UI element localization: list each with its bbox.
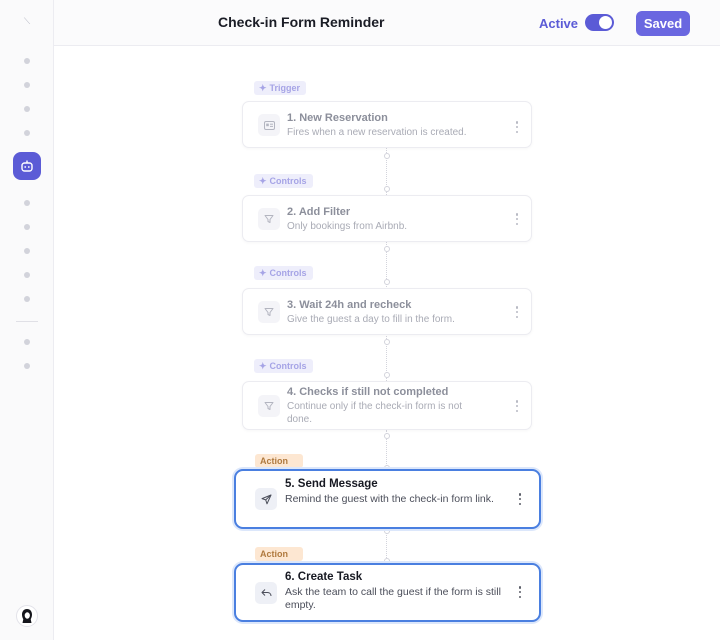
tag-label: Trigger: [269, 83, 301, 93]
sidebar-item[interactable]: [24, 58, 30, 64]
header: Check-in Form Reminder Active Saved: [54, 0, 720, 46]
connector-node: [384, 279, 390, 285]
page-title: Check-in Form Reminder: [218, 14, 385, 30]
sidebar-divider: [16, 321, 38, 322]
step-card-5[interactable]: 5. Send Message Remind the guest with th…: [234, 469, 541, 529]
avatar[interactable]: [16, 605, 38, 627]
step-tag-trigger: ✦ Trigger: [254, 81, 307, 95]
connector-node: [384, 246, 390, 252]
step-menu-button[interactable]: [515, 121, 519, 133]
step-description: Ask the team to call the guest if the fo…: [285, 586, 501, 611]
id-card-icon: [258, 114, 280, 136]
step-card-2[interactable]: 2. Add Filter Only bookings from Airbnb.: [242, 195, 532, 242]
step-tag-controls: ✦ Controls: [254, 266, 313, 280]
connector-node: [384, 433, 390, 439]
toggle-knob: [599, 16, 612, 29]
step-card-4[interactable]: 4. Checks if still not completed Continu…: [242, 381, 532, 430]
step-menu-button[interactable]: [515, 213, 519, 225]
logo-icon[interactable]: ⟍: [22, 16, 32, 26]
sidebar-item[interactable]: [24, 130, 30, 136]
step-title: 2. Add Filter: [287, 206, 351, 218]
tag-label: Controls: [269, 176, 307, 186]
step-menu-button[interactable]: [518, 493, 522, 505]
step-description: Continue only if the check-in form is no…: [287, 401, 463, 425]
tag-label: Action: [260, 456, 288, 466]
send-icon: [255, 488, 277, 510]
step-menu-button[interactable]: [518, 586, 522, 598]
sidebar: ⟍: [0, 0, 54, 640]
sidebar-item[interactable]: [24, 248, 30, 254]
sparkle-icon: ✦: [259, 175, 267, 186]
step-tag-action: Action: [255, 547, 303, 561]
step-menu-button[interactable]: [515, 306, 519, 318]
sidebar-item[interactable]: [24, 200, 30, 206]
sidebar-item[interactable]: [24, 272, 30, 278]
step-tag-controls: ✦ Controls: [254, 174, 313, 188]
step-description: Fires when a new reservation is created.: [287, 127, 467, 138]
sparkle-icon: ✦: [259, 360, 267, 371]
step-card-6[interactable]: 6. Create Task Ask the team to call the …: [234, 563, 541, 622]
connector-node: [384, 372, 390, 378]
step-description: Remind the guest with the check-in form …: [285, 493, 494, 505]
reply-icon: [255, 582, 277, 604]
sparkle-icon: ✦: [259, 267, 267, 278]
step-card-1[interactable]: 1. New Reservation Fires when a new rese…: [242, 101, 532, 148]
active-toggle[interactable]: [585, 14, 614, 31]
sparkle-icon: ✦: [259, 82, 267, 93]
step-title: 4. Checks if still not completed: [287, 386, 449, 398]
filter-icon: [258, 301, 280, 323]
sidebar-item-automations[interactable]: [13, 152, 41, 180]
connector-node: [384, 186, 390, 192]
saved-button[interactable]: Saved: [636, 11, 690, 36]
sidebar-item[interactable]: [24, 106, 30, 112]
filter-icon: [258, 208, 280, 230]
step-tag-controls: ✦ Controls: [254, 359, 313, 373]
step-description: Only bookings from Airbnb.: [287, 221, 408, 232]
step-title: 6. Create Task: [285, 571, 363, 583]
step-menu-button[interactable]: [515, 400, 519, 412]
step-card-3[interactable]: 3. Wait 24h and recheck Give the guest a…: [242, 288, 532, 335]
sidebar-item[interactable]: [24, 82, 30, 88]
tag-label: Controls: [269, 361, 307, 371]
sidebar-item[interactable]: [24, 296, 30, 302]
sidebar-item[interactable]: [24, 339, 30, 345]
step-tag-action: Action: [255, 454, 303, 468]
tag-label: Controls: [269, 268, 307, 278]
filter-icon: [258, 395, 280, 417]
step-title: 1. New Reservation: [287, 112, 388, 124]
tag-label: Action: [260, 549, 288, 559]
connector-node: [384, 153, 390, 159]
user-avatar-icon: [22, 609, 32, 623]
bot-icon: [21, 160, 33, 172]
sidebar-item[interactable]: [24, 224, 30, 230]
step-title: 3. Wait 24h and recheck: [287, 299, 412, 311]
status-label: Active: [539, 16, 579, 31]
step-description: Give the guest a day to fill in the form…: [287, 314, 455, 325]
step-title: 5. Send Message: [285, 478, 378, 490]
connector-node: [384, 339, 390, 345]
sidebar-item[interactable]: [24, 363, 30, 369]
